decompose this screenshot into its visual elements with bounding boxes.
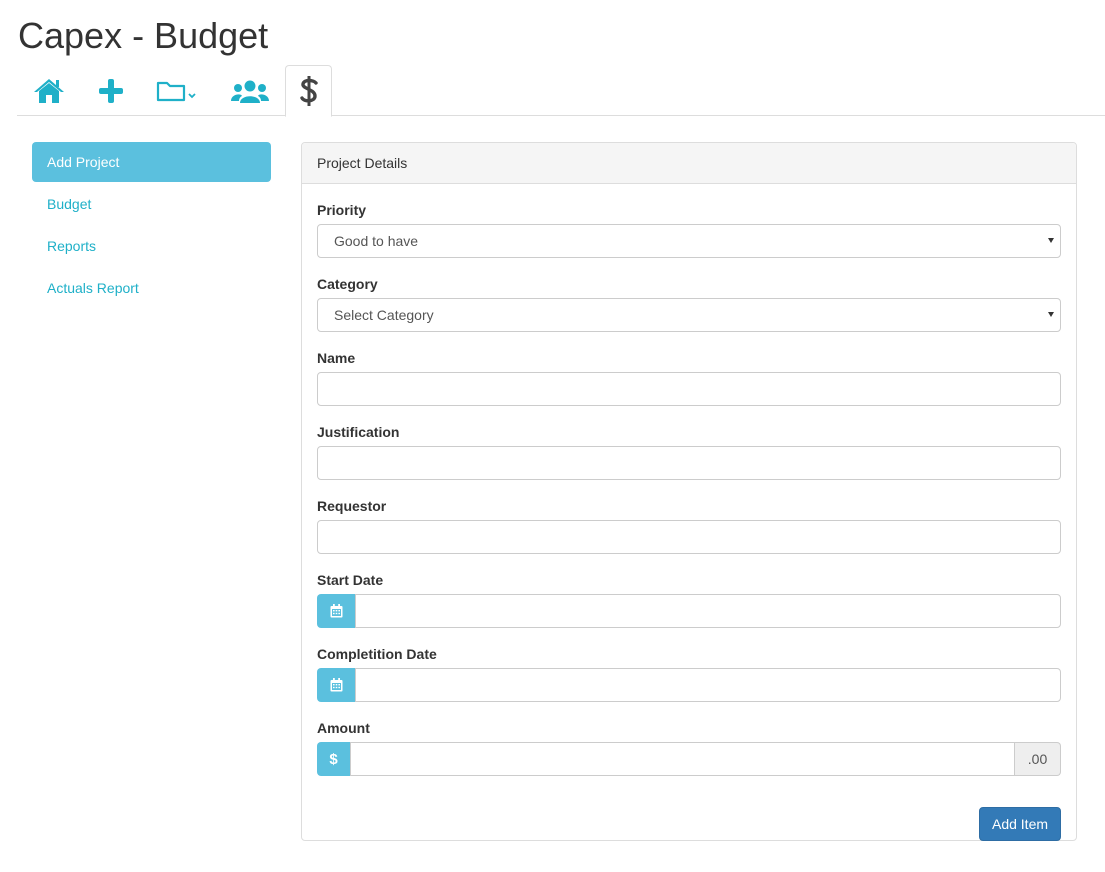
tab-home[interactable] (31, 65, 67, 116)
category-select-value: Select Category (317, 298, 1061, 332)
sidebar-item-add-project[interactable]: Add Project (32, 142, 271, 182)
start-date-group (317, 594, 1061, 628)
add-item-button[interactable]: Add Item (979, 807, 1061, 841)
priority-label: Priority (317, 202, 367, 218)
completion-date-input[interactable] (355, 668, 1061, 702)
sidebar-nav: Add Project Budget Reports Actuals Repor… (32, 142, 271, 310)
requestor-label: Requestor (317, 498, 387, 514)
completion-date-label: Completition Date (317, 646, 437, 662)
tab-folder-dropdown[interactable] (155, 65, 201, 116)
tab-budget[interactable] (285, 65, 332, 117)
sidebar-item-budget[interactable]: Budget (32, 184, 271, 224)
cents-addon: .00 (1015, 742, 1061, 776)
name-input[interactable] (317, 372, 1061, 406)
folder-dropdown-icon (156, 81, 196, 101)
chevron-down-icon (1048, 238, 1054, 243)
dollar-icon (299, 76, 318, 106)
tab-users[interactable] (229, 65, 271, 116)
users-icon (231, 80, 269, 103)
project-form: Priority Good to have Category Select Ca… (302, 200, 1076, 841)
start-date-calendar-button[interactable] (317, 594, 355, 628)
start-date-label: Start Date (317, 572, 384, 588)
amount-label: Amount (317, 720, 370, 736)
dollar-sign-addon: $ (317, 742, 350, 776)
amount-group: $ .00 (317, 742, 1061, 776)
calendar-icon (330, 678, 342, 692)
start-date-input[interactable] (355, 594, 1061, 628)
sidebar-item-actuals-report[interactable]: Actuals Report (32, 268, 271, 308)
icon-tab-bar (17, 65, 1105, 117)
completion-date-calendar-button[interactable] (317, 668, 355, 702)
name-label: Name (317, 350, 356, 366)
page-title: Capex - Budget (18, 15, 269, 56)
calendar-icon (330, 604, 342, 618)
requestor-input[interactable] (317, 520, 1061, 554)
completion-date-group (317, 668, 1061, 702)
justification-input[interactable] (317, 446, 1061, 480)
chevron-down-icon (1048, 312, 1054, 317)
tab-add[interactable] (95, 65, 127, 116)
amount-input[interactable] (350, 742, 1015, 776)
priority-select-value: Good to have (317, 224, 1061, 258)
home-icon (34, 78, 64, 103)
justification-label: Justification (317, 424, 400, 440)
project-details-panel: Project Details Priority Good to have Ca… (301, 142, 1077, 841)
sidebar-item-reports[interactable]: Reports (32, 226, 271, 266)
plus-icon (99, 78, 123, 103)
category-label: Category (317, 276, 378, 292)
category-select[interactable]: Select Category (317, 298, 1061, 332)
priority-select[interactable]: Good to have (317, 224, 1061, 258)
panel-heading: Project Details (302, 143, 1076, 184)
